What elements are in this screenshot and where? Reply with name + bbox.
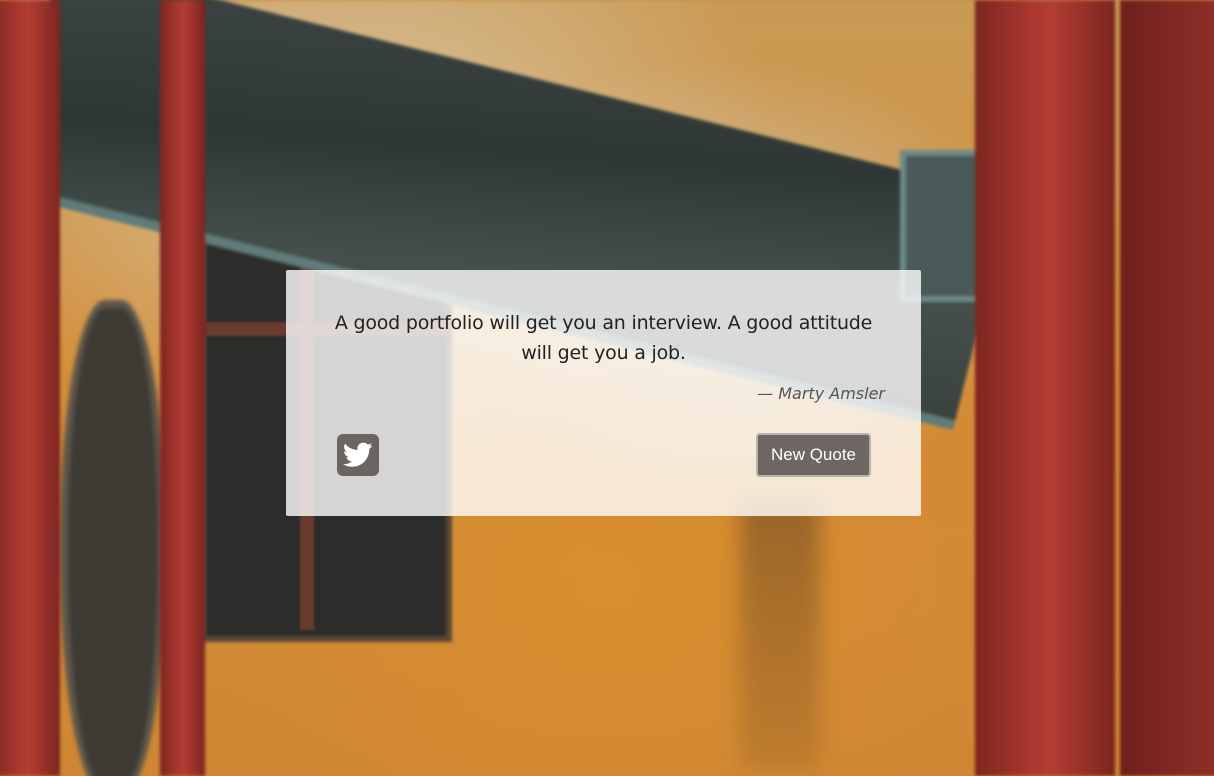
page-background: A good portfolio will get you an intervi… bbox=[0, 0, 1214, 776]
twitter-icon bbox=[343, 442, 373, 467]
quote-author: — Marty Amsler bbox=[757, 384, 885, 403]
background-round-window bbox=[60, 300, 166, 776]
background-pillar bbox=[160, 0, 205, 776]
tweet-quote-button[interactable] bbox=[337, 434, 379, 476]
background-pillar bbox=[975, 0, 1115, 776]
background-pillar bbox=[1120, 0, 1214, 776]
background-stain bbox=[740, 500, 820, 770]
quote-text: A good portfolio will get you an intervi… bbox=[334, 312, 873, 364]
background-pillar bbox=[0, 0, 60, 776]
quote-box: A good portfolio will get you an intervi… bbox=[286, 270, 921, 516]
new-quote-button[interactable]: New Quote bbox=[756, 433, 871, 477]
